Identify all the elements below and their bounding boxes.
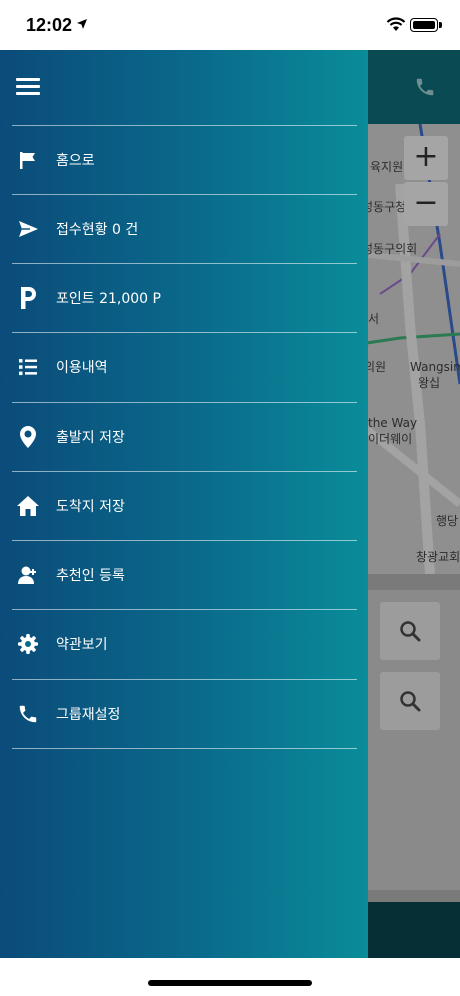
user-add-icon	[16, 563, 40, 587]
zoom-out-button[interactable]: −	[404, 182, 448, 226]
map-label: Wangsim	[410, 360, 460, 374]
menu-item-referral[interactable]: 추천인 등록	[0, 541, 368, 610]
menu-item-label: 그룹재설정	[56, 707, 121, 723]
menu-item-label: 도착지 저장	[56, 499, 125, 515]
map-label: 왕십	[418, 376, 441, 390]
search-icon	[400, 691, 421, 712]
map-label: 이더웨이	[368, 432, 413, 446]
phone-icon[interactable]	[414, 76, 436, 98]
menu-item-label: 출발지 저장	[56, 430, 125, 446]
map-label: 서	[368, 312, 380, 326]
origin-search-button[interactable]	[380, 602, 440, 660]
gear-icon	[16, 632, 40, 656]
parking-p-icon	[16, 286, 40, 310]
menu-item-label: 추천인 등록	[56, 568, 125, 584]
battery-icon	[410, 18, 442, 32]
menu-item-label: 이용내역	[56, 360, 108, 376]
status-bar: 12:02	[0, 0, 460, 50]
send-icon	[16, 217, 40, 241]
menu-item-history[interactable]: 이용내역	[0, 333, 368, 402]
phone-icon	[16, 702, 40, 726]
search-icon	[400, 621, 421, 642]
map-label: 성동구청	[362, 200, 407, 214]
zoom-in-button[interactable]: +	[404, 136, 448, 180]
menu-item-label: 약관보기	[56, 637, 108, 653]
menu-item-save-destination[interactable]: 도착지 저장	[0, 472, 368, 541]
hamburger-menu-icon[interactable]	[16, 78, 40, 96]
menu-item-terms[interactable]: 약관보기	[0, 610, 368, 679]
home-indicator-area	[0, 958, 460, 996]
map-label: the Way	[368, 416, 418, 430]
map-label: 성동구의회	[362, 242, 418, 256]
status-time: 12:02	[26, 15, 73, 35]
menu-item-label: 접수현황 0 건	[56, 222, 139, 238]
location-arrow-icon	[77, 19, 87, 29]
location-pin-icon	[16, 425, 40, 449]
home-icon	[16, 494, 40, 518]
menu-item-group-reset[interactable]: 그룹재설정	[0, 680, 368, 749]
menu-item-label: 포인트 21,000 P	[56, 291, 161, 307]
flag-icon	[16, 148, 40, 172]
menu-item-points[interactable]: 포인트 21,000 P	[0, 264, 368, 333]
menu-item-requests[interactable]: 접수현황 0 건	[0, 195, 368, 264]
menu-item-label: 홈으로	[56, 153, 95, 169]
map-label: 육지원	[370, 160, 404, 174]
wifi-icon	[386, 17, 406, 31]
home-indicator[interactable]	[148, 980, 312, 986]
menu-item-save-origin[interactable]: 출발지 저장	[0, 403, 368, 472]
map-label: 행당	[436, 514, 459, 528]
destination-search-button[interactable]	[380, 672, 440, 730]
map-label: 창광교회	[416, 550, 460, 564]
menu-divider	[12, 748, 357, 749]
drawer-header	[0, 50, 368, 125]
list-icon	[16, 355, 40, 379]
menu-item-home[interactable]: 홈으로	[0, 126, 368, 195]
navigation-drawer: 홈으로 접수현황 0 건 포인트 21,000 P 이용내역 출발지 저장 도착…	[0, 50, 368, 958]
